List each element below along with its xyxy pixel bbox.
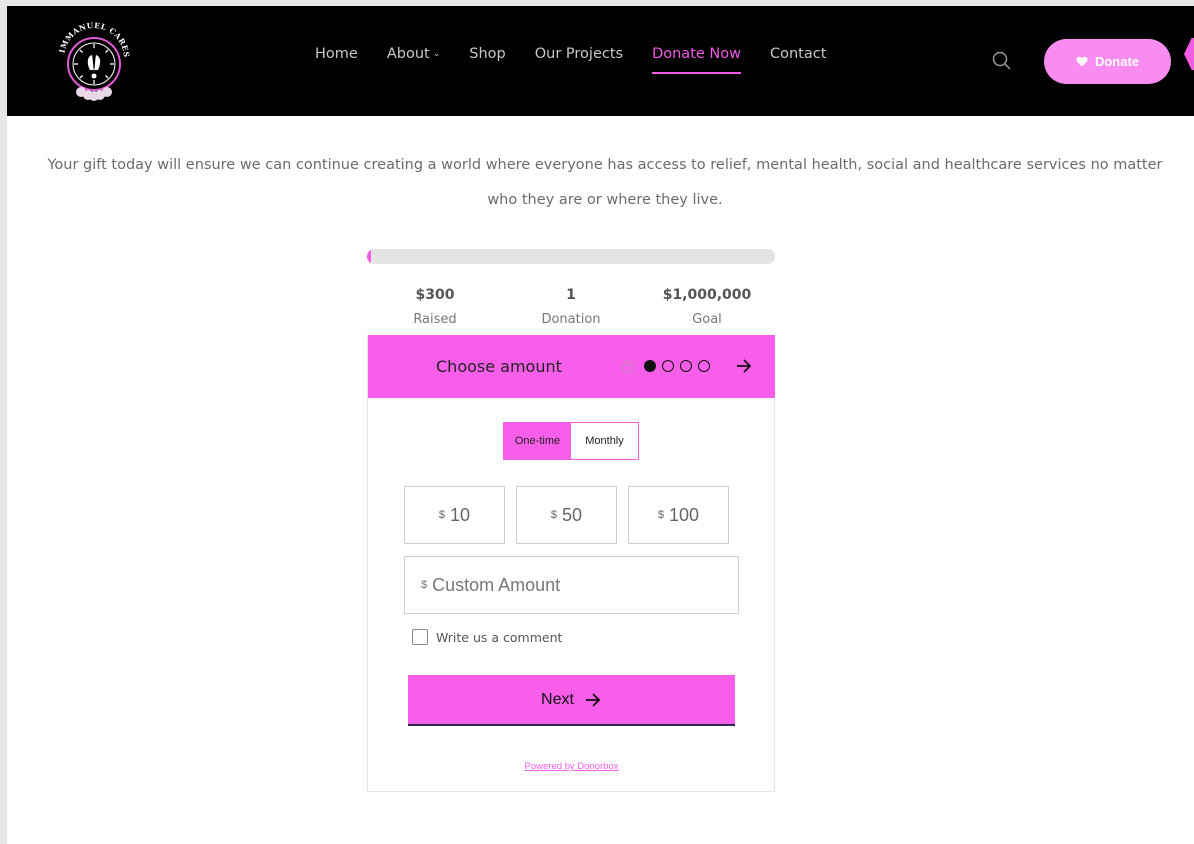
step-dot-4	[698, 360, 710, 372]
fundraising-progress-bar	[367, 249, 775, 264]
donations-label: Donation	[541, 312, 601, 327]
comment-checkbox-row[interactable]: Write us a comment	[412, 629, 562, 645]
frequency-one-time[interactable]: One-time	[504, 423, 571, 459]
chevron-down-icon: ⌄	[432, 49, 441, 59]
stat-donations: 1 Donation	[503, 287, 639, 327]
currency-symbol: $	[438, 509, 446, 521]
page-left-edge	[0, 0, 7, 844]
nav-about[interactable]: About ⌄	[387, 46, 440, 62]
donation-widget: Choose amount One-time Monthly $ 10 $ 50…	[367, 335, 775, 792]
arrow-right-icon	[585, 692, 601, 707]
powered-by-link[interactable]: Powered by Donorbox	[368, 761, 775, 772]
search-icon[interactable]	[991, 50, 1013, 72]
step-indicator	[644, 360, 710, 372]
donations-value: 1	[566, 287, 576, 303]
raised-value: $300	[415, 287, 455, 303]
main-nav: Home About ⌄ Shop Our Projects Donate Now…	[315, 46, 855, 74]
comment-label: Write us a comment	[436, 629, 563, 645]
amount-option-50[interactable]: $ 50	[516, 486, 617, 544]
step-dot-2	[662, 360, 674, 372]
amount-option-10[interactable]: $ 10	[404, 486, 505, 544]
goal-label: Goal	[692, 312, 722, 327]
header-donate-button[interactable]: Donate	[1044, 39, 1171, 84]
currency-symbol: $	[550, 509, 558, 521]
widget-header: Choose amount	[368, 335, 775, 398]
arrow-right-icon[interactable]	[734, 356, 754, 376]
immanuel-cares-logo[interactable]: IMMANUEL CARES	[55, 18, 133, 108]
comment-checkbox[interactable]	[412, 629, 428, 645]
currency-symbol: $	[421, 579, 428, 591]
amount-value: 10	[450, 504, 471, 525]
nav-our-projects[interactable]: Our Projects	[535, 46, 623, 62]
intro-text: Your gift today will ensure we can conti…	[47, 157, 1163, 208]
nav-contact[interactable]: Contact	[770, 46, 826, 62]
step-dot-3	[680, 360, 692, 372]
heart-icon	[1076, 56, 1088, 67]
campaign-stats: $300 Raised 1 Donation $1,000,000 Goal	[367, 287, 775, 327]
progress-fill	[367, 249, 371, 264]
frequency-toggle: One-time Monthly	[503, 422, 639, 460]
amount-value: 100	[669, 504, 700, 525]
widget-title: Choose amount	[436, 357, 562, 376]
lock-icon	[623, 360, 633, 373]
amount-option-100[interactable]: $ 100	[628, 486, 729, 544]
nav-shop[interactable]: Shop	[469, 46, 505, 62]
nav-home[interactable]: Home	[315, 46, 358, 62]
nav-about-label: About	[386, 46, 430, 62]
frequency-monthly[interactable]: Monthly	[571, 423, 638, 459]
step-dot-1	[644, 360, 656, 372]
stat-raised: $300 Raised	[367, 287, 503, 327]
custom-amount-placeholder: Custom Amount	[432, 574, 561, 595]
donate-button-label: Donate	[1094, 54, 1140, 69]
goal-value: $1,000,000	[662, 287, 752, 303]
amount-value: 50	[562, 504, 583, 525]
raised-label: Raised	[413, 312, 457, 327]
currency-symbol: $	[657, 509, 665, 521]
next-button-label: Next	[541, 690, 574, 708]
nav-donate-now[interactable]: Donate Now	[652, 46, 741, 74]
custom-amount-input[interactable]: $ Custom Amount	[404, 556, 739, 614]
stat-goal: $1,000,000 Goal	[639, 287, 775, 327]
next-button[interactable]: Next	[408, 675, 735, 726]
site-header: IMMANUEL CARES Home About ⌄ Shop Our Proj…	[7, 6, 1194, 116]
side-panel-tab[interactable]	[1184, 38, 1194, 70]
